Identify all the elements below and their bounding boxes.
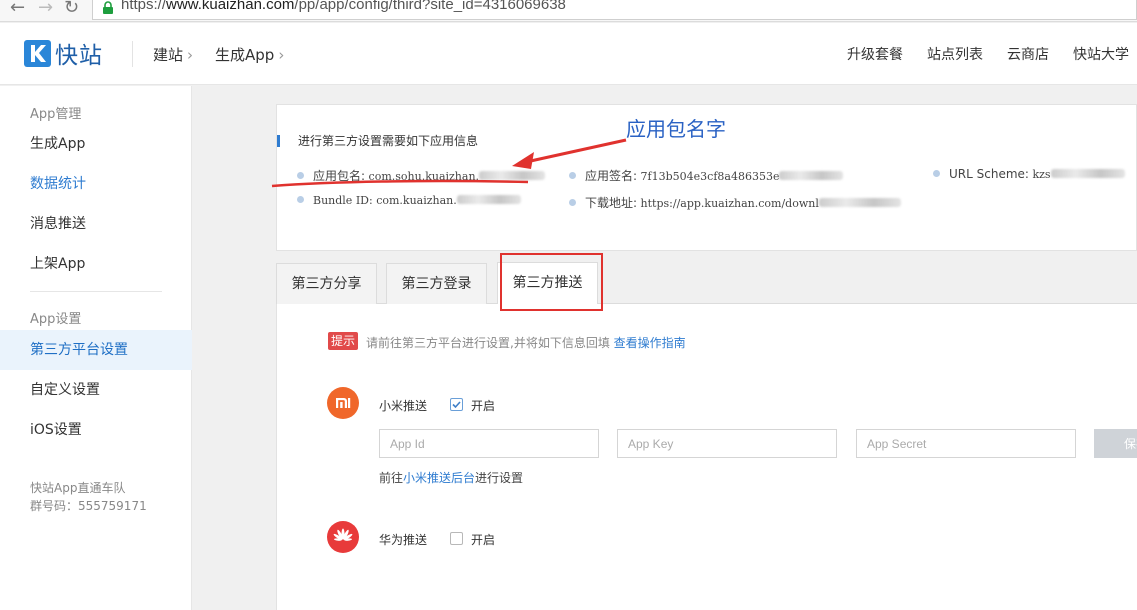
bullet-icon (297, 196, 304, 203)
top-header: 快站 建站 › 生成App › 升级套餐 站点列表 云商店 快站大学 (0, 23, 1137, 85)
bullet-icon (933, 170, 940, 177)
download-url-row: 下载地址: https://app.kuaizhan.com/downl (569, 194, 901, 211)
sidebar-group-app-settings: App设置 (30, 312, 82, 327)
reload-icon[interactable]: ↻ (64, 0, 79, 18)
xiaomi-save-button[interactable]: 保存 (1094, 429, 1137, 458)
url-path: /pp/app/config/third?site_id=4316069638 (294, 0, 566, 13)
sidebar-footer-team: 快站App直通车队 (30, 481, 126, 495)
sidebar-footer-group-number: 群号码：555759171 (30, 499, 147, 513)
lock-icon (103, 1, 113, 14)
xiaomi-app-secret-input[interactable] (856, 429, 1076, 458)
checkmark-icon (452, 401, 461, 409)
url-scheme-row: URL Scheme: kzs (933, 167, 1125, 181)
app-signature-value: 7f13b504e3cf8a486353e (640, 170, 780, 183)
huawei-enable-checkbox[interactable] (450, 532, 463, 545)
bundle-id-label: Bundle ID: (313, 194, 373, 207)
redacted-mark (1050, 169, 1125, 178)
hint-prefix: 前往 (379, 471, 404, 485)
sidebar-item-statistics[interactable]: 数据统计 (0, 164, 192, 204)
breadcrumb-generate-app[interactable]: 生成App › (215, 44, 284, 65)
header-divider (132, 41, 133, 67)
huawei-logo-icon (327, 521, 359, 553)
tab-third-party-share[interactable]: 第三方分享 (276, 263, 377, 304)
sidebar-item-generate-app[interactable]: 生成App (0, 124, 192, 164)
xiaomi-push-name: 小米推送 (379, 399, 428, 413)
xiaomi-console-link[interactable]: 小米推送后台 (403, 471, 475, 485)
forward-icon[interactable]: → (38, 0, 53, 18)
info-card-title: 进行第三方设置需要如下应用信息 (277, 135, 478, 147)
bundle-id-value: com.kuaizhan. (376, 194, 457, 207)
sidebar-item-custom-settings[interactable]: 自定义设置 (0, 370, 192, 410)
huawei-enable-label: 开启 (471, 533, 496, 547)
breadcrumb-build-site[interactable]: 建站 › (153, 44, 193, 65)
annotation-text: 应用包名字 (626, 117, 726, 141)
tab-third-party-login[interactable]: 第三方登录 (386, 263, 487, 304)
back-icon[interactable]: ← (10, 0, 25, 18)
redacted-mark (456, 195, 521, 204)
chevron-right-icon: › (278, 46, 285, 64)
breadcrumb-label: 建站 (153, 46, 184, 64)
bullet-icon (569, 199, 576, 206)
xiaomi-setup-hint: 前往小米推送后台进行设置 (379, 469, 523, 486)
url-field[interactable]: https://www.kuaizhan.com/pp/app/config/t… (92, 0, 1137, 20)
download-url-label: 下载地址: (585, 196, 638, 210)
sidebar: App管理 生成App 数据统计 消息推送 上架App App设置 第三方平台设… (0, 86, 192, 610)
sidebar-item-publish-app[interactable]: 上架App (0, 244, 192, 284)
redacted-mark (779, 171, 844, 180)
xiaomi-app-id-input[interactable] (379, 429, 599, 458)
sidebar-item-third-party[interactable]: 第三方平台设置 (0, 330, 192, 370)
url-text: https://www.kuaizhan.com/pp/app/config/t… (121, 0, 566, 13)
sidebar-item-push-message[interactable]: 消息推送 (0, 204, 192, 244)
logo-text: 快站 (55, 43, 103, 69)
sidebar-group-app-manage: App管理 (30, 107, 82, 122)
huawei-push-name: 华为推送 (379, 533, 428, 547)
nav-upgrade-plan[interactable]: 升级套餐 (847, 44, 903, 64)
app-signature-label: 应用签名: (585, 169, 638, 183)
url-scheme: https:// (121, 0, 167, 13)
nav-site-list[interactable]: 站点列表 (927, 44, 983, 64)
tip-message: 请前往第三方平台进行设置,并将如下信息回填 (366, 336, 610, 350)
package-name-label: 应用包名: (313, 169, 366, 183)
bullet-icon (297, 172, 304, 179)
operation-guide-link[interactable]: 查看操作指南 (614, 336, 686, 350)
nav-kuaizhan-university[interactable]: 快站大学 (1073, 44, 1129, 64)
browser-address-bar: ← → ↻ https://www.kuaizhan.com/pp/app/co… (0, 0, 1137, 22)
xiaomi-logo-icon (327, 387, 359, 419)
chevron-right-icon: › (187, 46, 194, 64)
huawei-petal-icon (333, 528, 353, 541)
bundle-id-row: Bundle ID: com.kuaizhan. (297, 194, 521, 207)
site-logo[interactable]: 快站 (24, 38, 103, 69)
kuaizhan-logo-icon (24, 39, 51, 67)
url-scheme-label: URL Scheme: (949, 167, 1029, 181)
nav-cloud-store[interactable]: 云商店 (1007, 44, 1049, 64)
bullet-icon (569, 172, 576, 179)
sidebar-item-ios-settings[interactable]: iOS设置 (0, 410, 192, 450)
hint-suffix: 进行设置 (475, 471, 524, 485)
tip-text: 请前往第三方平台进行设置,并将如下信息回填 查看操作指南 (366, 334, 686, 351)
app-signature-row: 应用签名: 7f13b504e3cf8a486353e (569, 167, 844, 184)
package-name-value: com.sohu.kuaizhan. (368, 170, 480, 183)
sidebar-divider (30, 291, 162, 292)
tip-badge: 提示 (328, 332, 358, 350)
redacted-mark (818, 198, 901, 207)
download-url-value: https://app.kuaizhan.com/downl (640, 197, 819, 210)
xiaomi-mi-icon (336, 398, 351, 408)
xiaomi-enable-label: 开启 (471, 399, 496, 413)
breadcrumb-label: 生成App (215, 46, 275, 64)
url-host: www.kuaizhan.com (166, 0, 295, 13)
xiaomi-enable-checkbox[interactable] (450, 398, 463, 411)
package-name-row: 应用包名: com.sohu.kuaizhan. (297, 167, 546, 184)
xiaomi-app-key-input[interactable] (617, 429, 837, 458)
tab-highlight-box (500, 253, 603, 311)
redacted-mark (479, 171, 546, 180)
url-scheme-value: kzs (1032, 168, 1051, 181)
